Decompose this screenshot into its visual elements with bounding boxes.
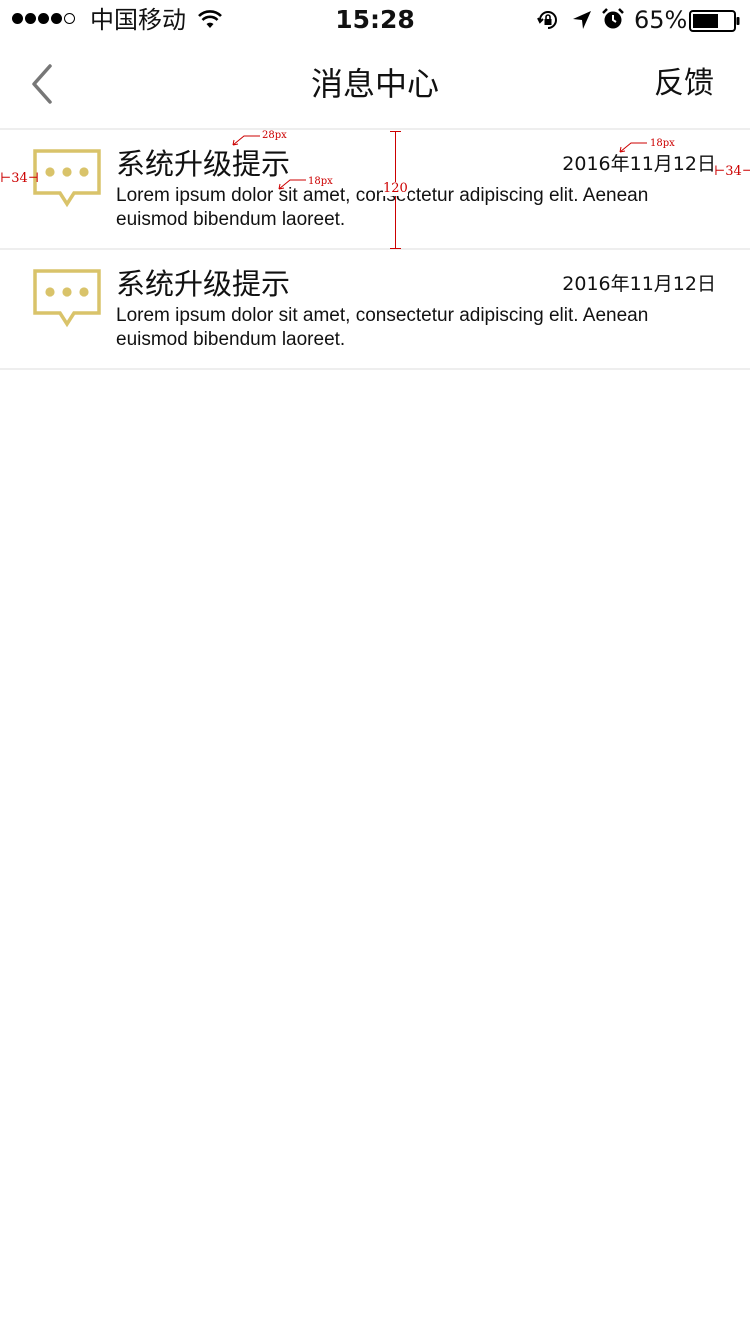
feedback-button[interactable]: 反馈 <box>654 64 714 104</box>
page-title: 消息中心 <box>310 65 439 103</box>
message-date: 2016年11月12日 <box>562 273 716 295</box>
annotation-height-cap <box>390 131 401 132</box>
message-title: 系统升级提示 <box>116 267 291 301</box>
annotation-arrow-icon <box>232 135 260 146</box>
annotation-right-margin: ⊢34⊣ <box>714 164 750 179</box>
annotation-arrow-icon <box>278 179 306 190</box>
status-bar: 中国移动 15:28 65% <box>0 0 750 40</box>
message-item[interactable]: 系统升级提示 2016年11月12日 Lorem ipsum dolor sit… <box>0 250 750 370</box>
location-arrow-icon <box>573 11 591 29</box>
annotation-title-size: 28px <box>262 130 287 141</box>
chat-bubble-icon <box>33 269 101 328</box>
annotation-row-height: 120 <box>383 181 408 196</box>
annotation-left-margin: ⊢34⊣ <box>0 171 39 186</box>
annotation-left-margin-value: 34 <box>11 171 28 186</box>
annotation-height-cap <box>390 248 401 249</box>
annotation-arrow-icon <box>619 142 647 153</box>
message-body: Lorem ipsum dolor sit amet, consectetur … <box>116 305 649 350</box>
navigation-bar: 消息中心 反馈 <box>0 40 750 128</box>
message-body: Lorem ipsum dolor sit amet, consectetur … <box>116 185 649 230</box>
annotation-right-margin-value: 34 <box>725 164 742 179</box>
alarm-icon <box>602 8 624 29</box>
message-list: 系统升级提示 2016年11月12日 Lorem ipsum dolor sit… <box>0 130 750 370</box>
annotation-date-size: 18px <box>650 138 675 149</box>
rotation-lock-icon <box>537 11 557 29</box>
annotation-body-size: 18px <box>308 176 333 187</box>
battery-percent: 65% <box>634 6 688 34</box>
message-date: 2016年11月12日 <box>562 153 716 175</box>
message-title: 系统升级提示 <box>116 147 291 181</box>
battery-icon <box>689 10 740 32</box>
chat-bubble-icon <box>33 149 101 208</box>
